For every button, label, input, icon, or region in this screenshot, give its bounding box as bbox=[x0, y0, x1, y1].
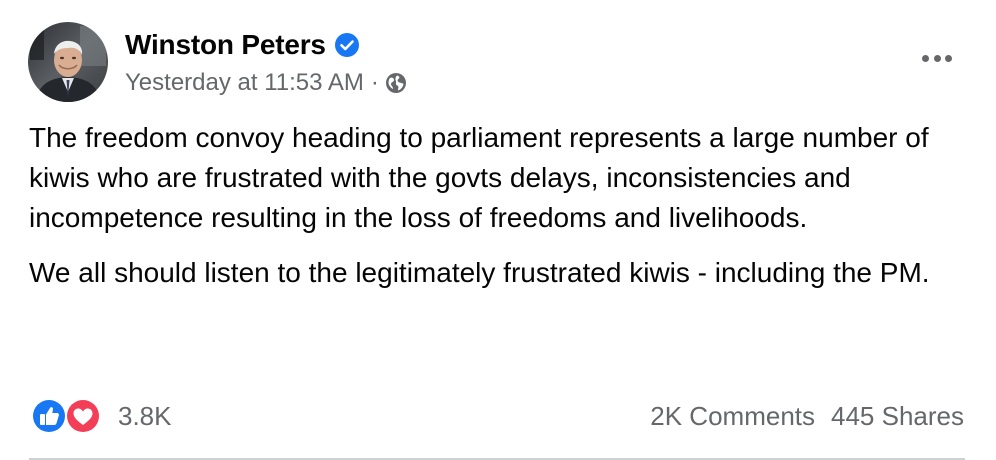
engagement-stats: 2K Comments 445 Shares bbox=[650, 401, 964, 432]
reactions-summary[interactable]: 3.8K bbox=[30, 397, 172, 435]
facebook-post: Winston Peters Yesterday at 11:53 AM · T… bbox=[0, 0, 996, 460]
like-reaction-icon bbox=[30, 397, 68, 435]
shares-count-link[interactable]: 445 Shares bbox=[831, 401, 964, 432]
more-dot bbox=[945, 54, 952, 62]
post-meta: Winston Peters Yesterday at 11:53 AM · bbox=[125, 27, 407, 97]
more-dot bbox=[933, 54, 941, 62]
timestamp-row: Yesterday at 11:53 AM · bbox=[125, 69, 407, 97]
author-avatar[interactable] bbox=[28, 22, 108, 102]
post-paragraph: The freedom convoy heading to parliament… bbox=[29, 122, 929, 233]
post-body: The freedom convoy heading to parliament… bbox=[29, 118, 969, 308]
reaction-count[interactable]: 3.8K bbox=[118, 401, 172, 432]
comments-count-link[interactable]: 2K Comments bbox=[650, 401, 815, 432]
more-dot bbox=[922, 54, 929, 62]
reaction-icons bbox=[30, 397, 104, 435]
author-row: Winston Peters bbox=[125, 27, 407, 63]
love-reaction-icon bbox=[64, 397, 102, 435]
verified-badge-icon bbox=[334, 33, 359, 57]
post-timestamp[interactable]: Yesterday at 11:53 AM bbox=[125, 69, 364, 97]
meta-separator: · bbox=[370, 69, 379, 96]
post-paragraph: We all should listen to the legitimately… bbox=[29, 257, 930, 288]
post-header: Winston Peters Yesterday at 11:53 AM · bbox=[28, 20, 407, 104]
engagement-bar: 3.8K 2K Comments 445 Shares bbox=[30, 395, 964, 437]
more-options-icon[interactable] bbox=[922, 48, 952, 68]
author-name[interactable]: Winston Peters bbox=[125, 29, 326, 61]
globe-icon[interactable] bbox=[385, 72, 407, 94]
